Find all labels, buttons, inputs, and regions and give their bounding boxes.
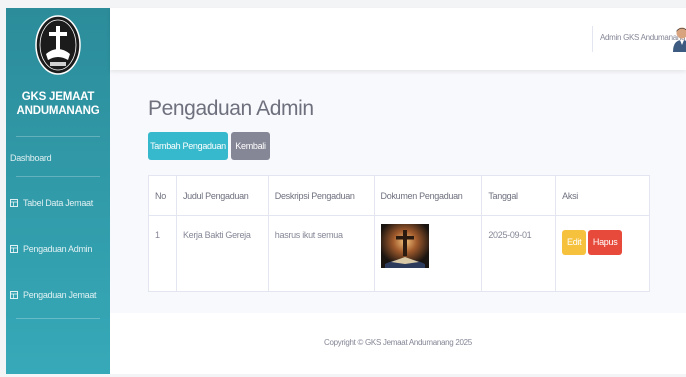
cell-aksi: Edit Hapus — [555, 215, 650, 292]
topbar-divider — [592, 26, 593, 52]
brand-name: GKS JEMAAT ANDUMANANG — [6, 90, 110, 118]
sidebar-item-label: Pengaduan Jemaat — [23, 290, 97, 300]
edit-button[interactable]: Edit — [562, 230, 587, 255]
complaints-table: No Judul Pengaduan Deskripsi Pengaduan D… — [148, 175, 650, 292]
copyright-text: Copyright © GKS Jemaat Andumanang 2025 — [324, 338, 472, 347]
topbar: Admin GKS Andumanang — [110, 8, 686, 70]
table-icon — [10, 291, 18, 299]
cell-judul: Kerja Bakti Gereja — [175, 215, 269, 292]
sidebar: GKS JEMAAT ANDUMANANG Dashboard Tabel Da… — [6, 8, 110, 374]
col-header-dokumen: Dokumen Pengaduan — [373, 175, 483, 216]
sidebar-item-pengaduan-jemaat[interactable]: Pengaduan Jemaat — [10, 286, 110, 304]
col-header-judul: Judul Pengaduan — [175, 175, 269, 216]
cell-no: 1 — [148, 215, 177, 292]
table-row: 1 Kerja Bakti Gereja hasrus ikut semua 2… — [148, 215, 650, 292]
col-header-deskripsi: Deskripsi Pengaduan — [267, 175, 375, 216]
col-header-no: No — [148, 175, 177, 216]
brand-name-line1: GKS JEMAAT — [21, 91, 95, 103]
cell-tanggal: 2025-09-01 — [481, 215, 557, 292]
sidebar-item-pengaduan-admin[interactable]: Pengaduan Admin — [10, 240, 110, 258]
page-title: Pengaduan Admin — [148, 97, 314, 120]
cell-deskripsi: hasrus ikut semua — [267, 215, 375, 292]
footer: Copyright © GKS Jemaat Andumanang 2025 — [110, 313, 686, 374]
brand-name-line2: ANDUMANANG — [16, 105, 100, 117]
user-avatar-icon[interactable] — [672, 26, 686, 52]
table-header-row: No Judul Pengaduan Deskripsi Pengaduan D… — [148, 175, 650, 216]
table-icon — [10, 245, 18, 253]
sidebar-item-label: Tabel Data Jemaat — [23, 198, 93, 208]
cross-image[interactable] — [380, 224, 429, 268]
sidebar-divider — [16, 318, 100, 319]
sidebar-divider — [16, 176, 100, 177]
cell-dokumen — [373, 215, 483, 292]
sidebar-item-label: Pengaduan Admin — [23, 244, 93, 254]
back-button[interactable]: Kembali — [231, 132, 270, 160]
sidebar-item-dashboard[interactable]: Dashboard — [10, 149, 110, 167]
table-icon — [10, 199, 18, 207]
delete-button[interactable]: Hapus — [588, 230, 623, 255]
sidebar-divider — [16, 136, 100, 137]
church-emblem-logo[interactable] — [34, 14, 82, 76]
sidebar-item-label: Dashboard — [10, 153, 52, 163]
sidebar-item-tabel-data-jemaat[interactable]: Tabel Data Jemaat — [10, 194, 110, 212]
add-complaint-button[interactable]: Tambah Pengaduan — [148, 132, 228, 160]
col-header-aksi: Aksi — [555, 175, 650, 216]
col-header-tanggal: Tanggal — [481, 175, 557, 216]
